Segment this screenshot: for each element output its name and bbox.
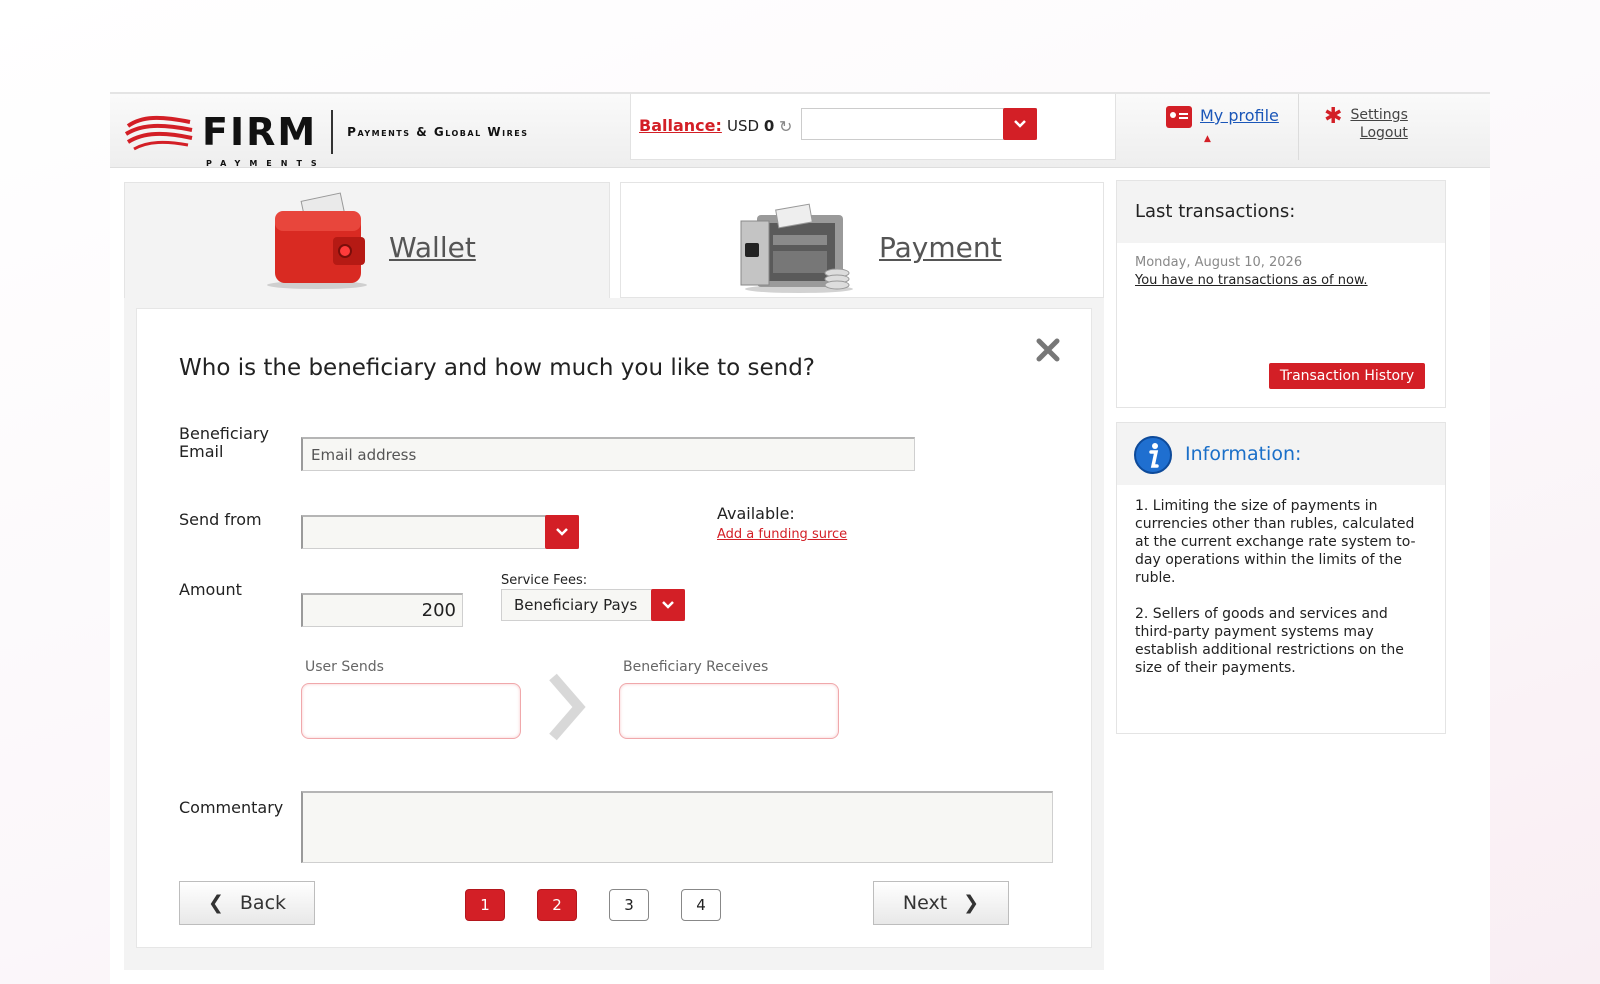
step-4[interactable]: 4 [681, 889, 721, 921]
back-button[interactable]: ❮ Back [179, 881, 315, 925]
logo-divider [331, 110, 334, 154]
information-panel: Information: 1. Limiting the size of pay… [1116, 422, 1446, 734]
back-button-label: Back [239, 892, 287, 914]
information-item-2: 2. Sellers of goods and services and thi… [1135, 606, 1404, 676]
tools-icon: ✱ [1324, 104, 1343, 129]
step-3[interactable]: 3 [609, 889, 649, 921]
logo[interactable]: FIRM PAYMENTS Payments & Global Wires [124, 108, 529, 168]
info-icon [1134, 436, 1172, 474]
information-title: Information: [1185, 443, 1302, 465]
wallet-icon [267, 192, 367, 289]
add-funding-link[interactable]: Add a funding surce [717, 527, 847, 542]
beneficiary-email-label: Beneficiary Email [179, 424, 269, 461]
send-from-select[interactable] [301, 515, 579, 549]
chevron-down-icon[interactable] [1003, 108, 1037, 140]
chevron-down-icon[interactable] [651, 589, 685, 621]
amount-input[interactable]: 200 [301, 593, 463, 627]
information-text: 1. Limiting the size of payments in curr… [1117, 485, 1445, 707]
amount-label: Amount [179, 580, 242, 599]
refresh-icon[interactable]: ↻ [779, 117, 792, 136]
currency-select[interactable] [801, 108, 1037, 140]
user-sends-field [301, 683, 521, 739]
chevron-right-icon: ❯ [963, 892, 980, 914]
settings-links: Settings Logout [1350, 106, 1407, 142]
my-profile[interactable]: My profile ▲ [1166, 106, 1279, 144]
header: FIRM PAYMENTS Payments & Global Wires Ba… [110, 92, 1490, 168]
commentary-input[interactable] [301, 791, 1053, 863]
wave-logo-icon [124, 115, 193, 151]
tab-wallet[interactable]: Wallet [124, 182, 610, 298]
next-button[interactable]: Next ❯ [873, 881, 1009, 925]
caret-up-icon: ▲ [1204, 134, 1211, 144]
tab-payment[interactable]: Payment [620, 182, 1104, 298]
my-profile-link[interactable]: My profile [1200, 106, 1279, 125]
logo-tagline: Payments & Global Wires [347, 125, 529, 139]
balance-value: USD 0 [727, 117, 775, 135]
service-fees-value: Beneficiary Pays [514, 596, 638, 614]
last-transactions-title: Last transactions: [1117, 181, 1445, 243]
send-form: Who is the beneficiary and how much you … [136, 308, 1092, 948]
logo-wordmark: FIRM PAYMENTS [202, 113, 317, 168]
logo-subtext: PAYMENTS [206, 159, 326, 168]
service-fees-label: Service Fees: [501, 573, 588, 588]
beneficiary-email-input[interactable]: Email address [301, 437, 915, 471]
send-from-label: Send from [179, 510, 262, 529]
app-window: FIRM PAYMENTS Payments & Global Wires Ba… [110, 92, 1490, 984]
user-sends-label: User Sends [305, 659, 384, 675]
safe-icon [740, 203, 853, 293]
balance-panel: Ballance: USD 0 ↻ [630, 94, 1116, 160]
profile-card-icon [1166, 106, 1192, 128]
commentary-label: Commentary [179, 798, 284, 817]
next-button-label: Next [902, 892, 948, 914]
chevron-down-icon[interactable] [545, 515, 579, 549]
main-panel: Who is the beneficiary and how much you … [124, 298, 1104, 970]
tab-payment-label[interactable]: Payment [879, 231, 1002, 264]
chevron-left-icon: ❮ [207, 892, 224, 914]
beneficiary-receives-label: Beneficiary Receives [623, 659, 769, 675]
settings-link[interactable]: Settings [1350, 106, 1407, 124]
header-separator [1298, 94, 1299, 160]
step-2[interactable]: 2 [537, 889, 577, 921]
chevron-right-icon [549, 673, 586, 741]
no-transactions-text[interactable]: You have no transactions as of now. [1135, 273, 1368, 288]
transaction-history-button[interactable]: Transaction History [1269, 363, 1425, 389]
form-title: Who is the beneficiary and how much you … [179, 355, 816, 381]
step-1[interactable]: 1 [465, 889, 505, 921]
tab-wallet-label[interactable]: Wallet [389, 231, 476, 264]
last-transactions-panel: Last transactions: Monday, August 10, 20… [1116, 180, 1446, 408]
information-item-1: 1. Limiting the size of payments in curr… [1135, 498, 1416, 586]
balance-link[interactable]: Ballance: [639, 116, 722, 135]
close-icon[interactable] [1035, 337, 1061, 363]
information-header: Information: [1117, 423, 1445, 485]
settings-area: ✱ Settings Logout [1324, 106, 1408, 142]
beneficiary-receives-field [619, 683, 839, 739]
available-label: Available: [717, 504, 795, 523]
transactions-date: Monday, August 10, 2026 [1135, 255, 1303, 270]
service-fees-select[interactable]: Beneficiary Pays [501, 589, 685, 621]
logout-link[interactable]: Logout [1360, 124, 1408, 142]
